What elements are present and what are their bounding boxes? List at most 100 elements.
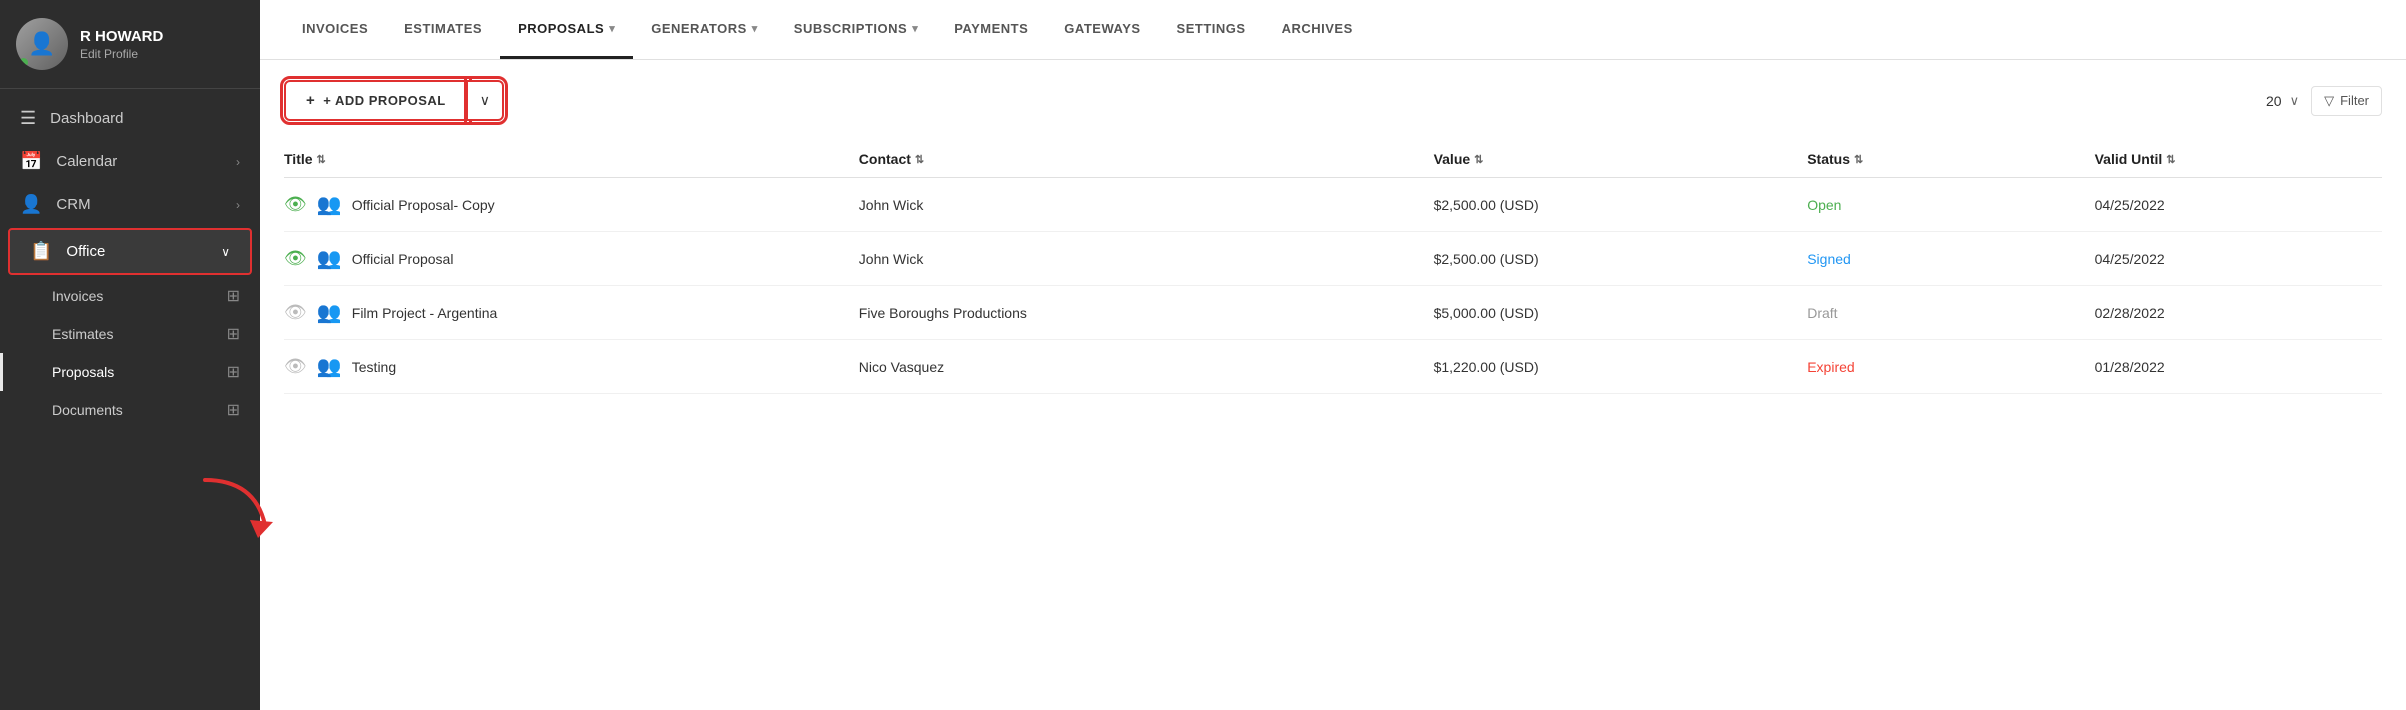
tab-gateways[interactable]: GATEWAYS xyxy=(1046,0,1158,59)
cell-value: $2,500.00 (USD) xyxy=(1434,251,1808,267)
office-subnav: Invoices ⊞ Estimates ⊞ Proposals ⊞ Docum… xyxy=(0,277,260,429)
sidebar-navigation: ☰ Dashboard 📅 Calendar › 👤 CRM › 📋 Offic… xyxy=(0,89,260,710)
cell-valid-until: 04/25/2022 xyxy=(2095,251,2382,267)
chevron-down-icon: ∨ xyxy=(480,92,490,109)
table-row[interactable]: 👁 👥 Testing Nico Vasquez $1,220.00 (USD)… xyxy=(284,340,2382,394)
online-indicator xyxy=(19,58,28,67)
calendar-label: Calendar xyxy=(56,153,236,170)
plus-icon: + xyxy=(306,92,315,109)
row-title: Testing xyxy=(352,359,396,375)
chevron-right-icon: › xyxy=(236,198,240,212)
add-icon[interactable]: ⊞ xyxy=(227,400,240,420)
tab-proposals[interactable]: PROPOSALS ▾ xyxy=(500,0,633,59)
tab-payments[interactable]: PAYMENTS xyxy=(936,0,1046,59)
documents-label: Documents xyxy=(52,402,227,418)
add-icon[interactable]: ⊞ xyxy=(227,286,240,306)
per-page-chevron-icon: ∨ xyxy=(2290,93,2300,109)
eye-icon: 👁 xyxy=(284,194,307,215)
sidebar-item-proposals[interactable]: Proposals ⊞ xyxy=(0,353,260,391)
sort-icon[interactable]: ⇅ xyxy=(915,153,924,166)
avatar: 👤 xyxy=(16,18,68,70)
group-icon: 👥 xyxy=(317,300,342,325)
sidebar-item-estimates[interactable]: Estimates ⊞ xyxy=(0,315,260,353)
hamburger-icon: ☰ xyxy=(20,108,36,129)
content-area: + + ADD PROPOSAL ∨ 20 ∨ ▽ Filter xyxy=(260,60,2406,710)
sort-icon[interactable]: ⇅ xyxy=(1474,153,1483,166)
sort-icon[interactable]: ⇅ xyxy=(1854,153,1863,166)
add-icon[interactable]: ⊞ xyxy=(227,324,240,344)
group-icon: 👥 xyxy=(317,354,342,379)
office-label: Office xyxy=(66,243,221,260)
table-row[interactable]: 👁 👥 Official Proposal- Copy John Wick $2… xyxy=(284,178,2382,232)
cell-contact: John Wick xyxy=(859,197,1434,213)
table-row[interactable]: 👁 👥 Official Proposal John Wick $2,500.0… xyxy=(284,232,2382,286)
sidebar-item-calendar[interactable]: 📅 Calendar › xyxy=(0,140,260,183)
cell-contact: Five Boroughs Productions xyxy=(859,305,1434,321)
toolbar: + + ADD PROPOSAL ∨ 20 ∨ ▽ Filter xyxy=(284,80,2382,121)
sort-icon[interactable]: ⇅ xyxy=(2166,153,2175,166)
dropdown-arrow-icon: ▾ xyxy=(752,22,758,35)
office-icon: 📋 xyxy=(30,241,52,262)
eye-icon: 👁 xyxy=(284,248,307,269)
main-content: INVOICES ESTIMATES PROPOSALS ▾ GENERATOR… xyxy=(260,0,2406,710)
sidebar-item-dashboard[interactable]: ☰ Dashboard xyxy=(0,97,260,140)
filter-label: Filter xyxy=(2340,93,2369,108)
table-header: Title ⇅ Contact ⇅ Value ⇅ Status ⇅ Valid… xyxy=(284,141,2382,178)
cell-value: $5,000.00 (USD) xyxy=(1434,305,1808,321)
add-icon[interactable]: ⊞ xyxy=(227,362,240,382)
eye-icon: 👁 xyxy=(284,356,307,377)
tab-subscriptions[interactable]: SUBSCRIPTIONS ▾ xyxy=(776,0,936,59)
estimates-label: Estimates xyxy=(52,326,227,342)
sort-icon[interactable]: ⇅ xyxy=(317,153,326,166)
cell-status: Draft xyxy=(1807,305,2094,321)
sidebar-item-office[interactable]: 📋 Office ∨ xyxy=(8,228,252,275)
cell-title: 👁 👥 Official Proposal xyxy=(284,246,859,271)
tab-estimates[interactable]: ESTIMATES xyxy=(386,0,500,59)
cell-value: $2,500.00 (USD) xyxy=(1434,197,1808,213)
table-row[interactable]: 👁 👥 Film Project - Argentina Five Boroug… xyxy=(284,286,2382,340)
tab-invoices[interactable]: INVOICES xyxy=(284,0,386,59)
cell-contact: John Wick xyxy=(859,251,1434,267)
cell-valid-until: 01/28/2022 xyxy=(2095,359,2382,375)
sidebar-item-crm[interactable]: 👤 CRM › xyxy=(0,183,260,226)
dropdown-arrow-icon: ▾ xyxy=(609,22,615,35)
column-value: Value ⇅ xyxy=(1434,151,1808,167)
tab-archives[interactable]: ARCHIVES xyxy=(1264,0,1371,59)
profile-section: 👤 R HOWARD Edit Profile xyxy=(0,0,260,89)
filter-icon: ▽ xyxy=(2324,93,2334,109)
cell-title: 👁 👥 Testing xyxy=(284,354,859,379)
tab-settings[interactable]: SETTINGS xyxy=(1159,0,1264,59)
chevron-right-icon: › xyxy=(236,155,240,169)
tab-generators[interactable]: GENERATORS ▾ xyxy=(633,0,776,59)
per-page-selector[interactable]: 20 ∨ xyxy=(2266,93,2299,109)
cell-title: 👁 👥 Film Project - Argentina xyxy=(284,300,859,325)
crm-label: CRM xyxy=(56,196,236,213)
sidebar-item-documents[interactable]: Documents ⊞ xyxy=(0,391,260,429)
add-proposal-dropdown-button[interactable]: ∨ xyxy=(468,80,504,121)
column-status: Status ⇅ xyxy=(1807,151,2094,167)
crm-icon: 👤 xyxy=(20,194,42,215)
toolbar-right: 20 ∨ ▽ Filter xyxy=(2266,86,2382,116)
add-proposal-label: + ADD PROPOSAL xyxy=(323,93,445,108)
invoices-label: Invoices xyxy=(52,288,227,304)
cell-valid-until: 04/25/2022 xyxy=(2095,197,2382,213)
chevron-down-icon: ∨ xyxy=(221,245,230,259)
column-contact: Contact ⇅ xyxy=(859,151,1434,167)
toolbar-left: + + ADD PROPOSAL ∨ xyxy=(284,80,504,121)
cell-status: Expired xyxy=(1807,359,2094,375)
cell-value: $1,220.00 (USD) xyxy=(1434,359,1808,375)
filter-button[interactable]: ▽ Filter xyxy=(2311,86,2382,116)
proposals-label: Proposals xyxy=(52,364,227,380)
per-page-value: 20 xyxy=(2266,93,2282,109)
add-proposal-button[interactable]: + + ADD PROPOSAL xyxy=(284,80,468,121)
row-title: Film Project - Argentina xyxy=(352,305,498,321)
group-icon: 👥 xyxy=(317,246,342,271)
edit-profile-link[interactable]: Edit Profile xyxy=(80,47,163,61)
cell-status: Signed xyxy=(1807,251,2094,267)
dashboard-label: Dashboard xyxy=(50,110,240,127)
row-title: Official Proposal xyxy=(352,251,454,267)
cell-status: Open xyxy=(1807,197,2094,213)
dropdown-arrow-icon: ▾ xyxy=(912,22,918,35)
sidebar-item-invoices[interactable]: Invoices ⊞ xyxy=(0,277,260,315)
row-title: Official Proposal- Copy xyxy=(352,197,495,213)
